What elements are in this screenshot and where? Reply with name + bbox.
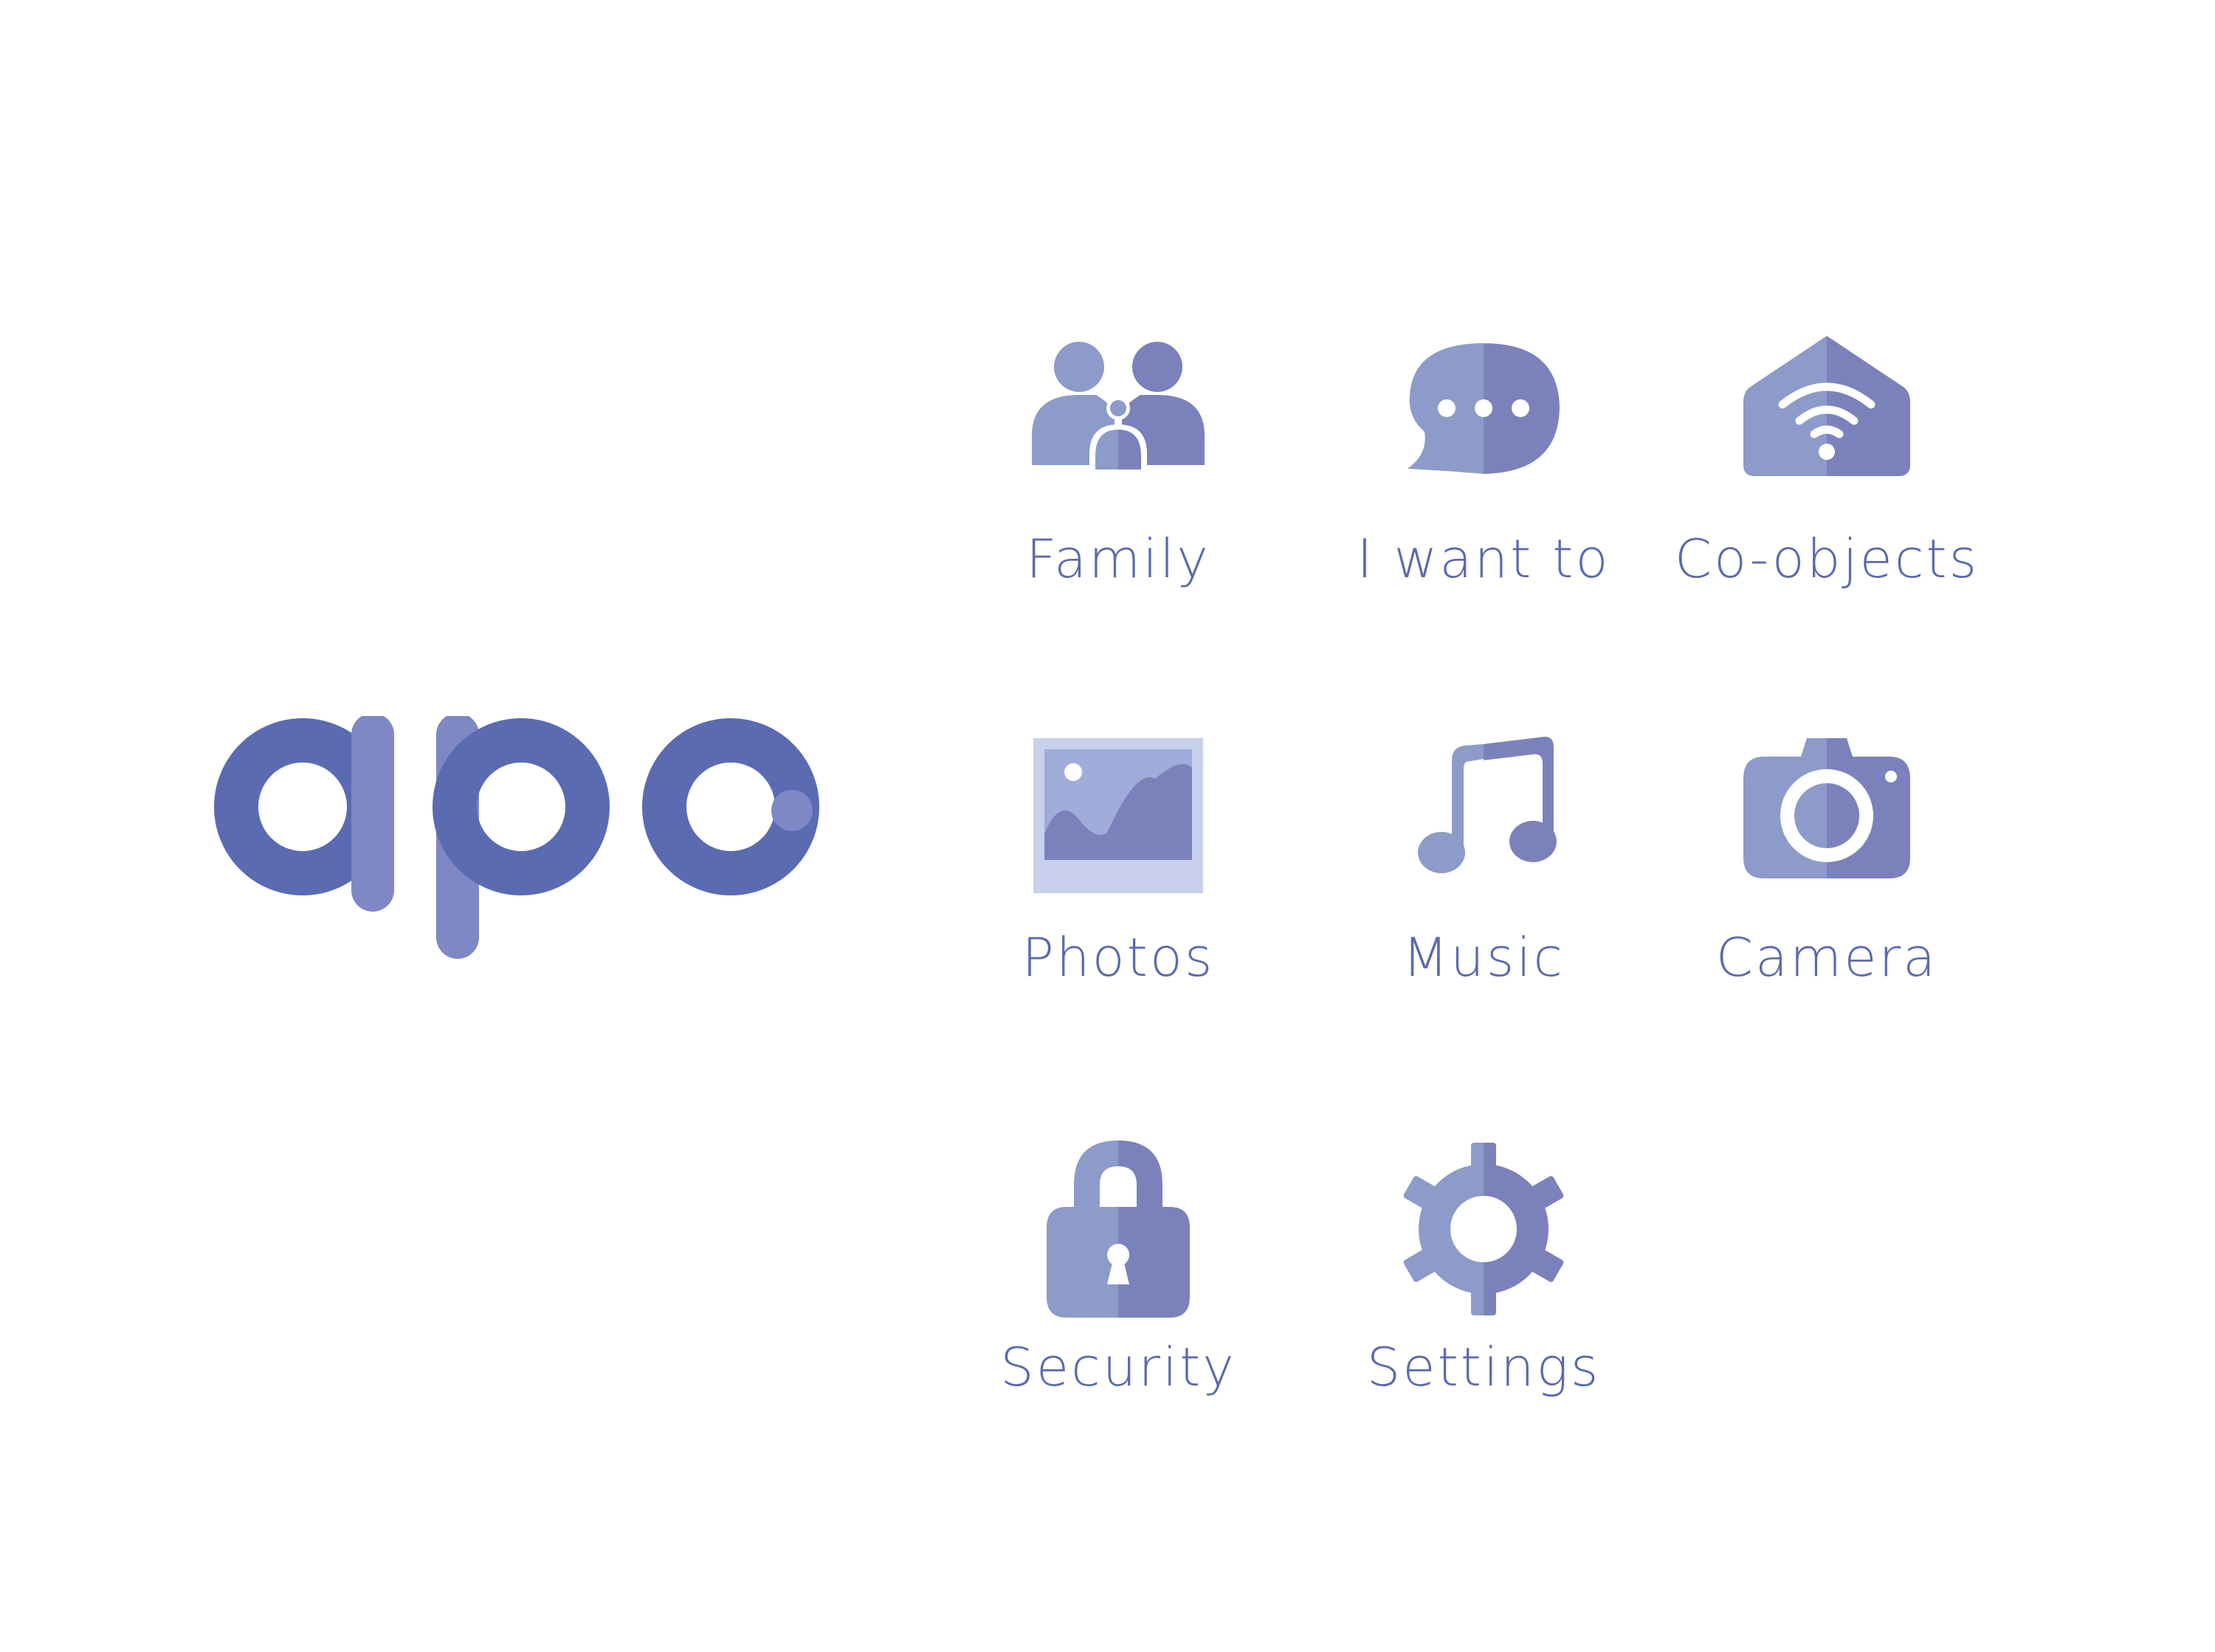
app-camera[interactable]: Camera: [1635, 723, 2019, 1019]
padlock-icon: [1026, 1133, 1210, 1325]
app-label-settings: Settings: [1366, 1336, 1601, 1398]
app-label-i-want-to: I want to: [1357, 528, 1611, 590]
music-note-icon: [1391, 723, 1576, 915]
app-label-co-objects: Co-objects: [1674, 528, 1980, 590]
app-co-objects[interactable]: Co-objects: [1635, 325, 2019, 620]
image-icon: [1026, 723, 1210, 915]
app-label-security: Security: [1000, 1336, 1236, 1398]
app-family[interactable]: Family: [926, 325, 1310, 620]
camera-icon: [1735, 723, 1919, 915]
app-security[interactable]: Security: [926, 1133, 1310, 1428]
gear-icon: [1391, 1133, 1576, 1325]
app-settings[interactable]: Settings: [1292, 1133, 1675, 1428]
wifi-house-icon: [1735, 325, 1919, 517]
app-label-photos: Photos: [1022, 926, 1215, 988]
app-label-family: Family: [1026, 528, 1210, 590]
app-label-camera: Camera: [1715, 926, 1938, 988]
app-i-want-to[interactable]: I want to: [1292, 325, 1675, 620]
apo-logo: [214, 713, 834, 960]
speech-bubble-icon: [1391, 325, 1576, 517]
app-label-music: Music: [1402, 926, 1565, 988]
app-music[interactable]: Music: [1292, 723, 1675, 1019]
app-photos[interactable]: Photos: [926, 723, 1310, 1019]
family-icon: [1026, 325, 1210, 517]
